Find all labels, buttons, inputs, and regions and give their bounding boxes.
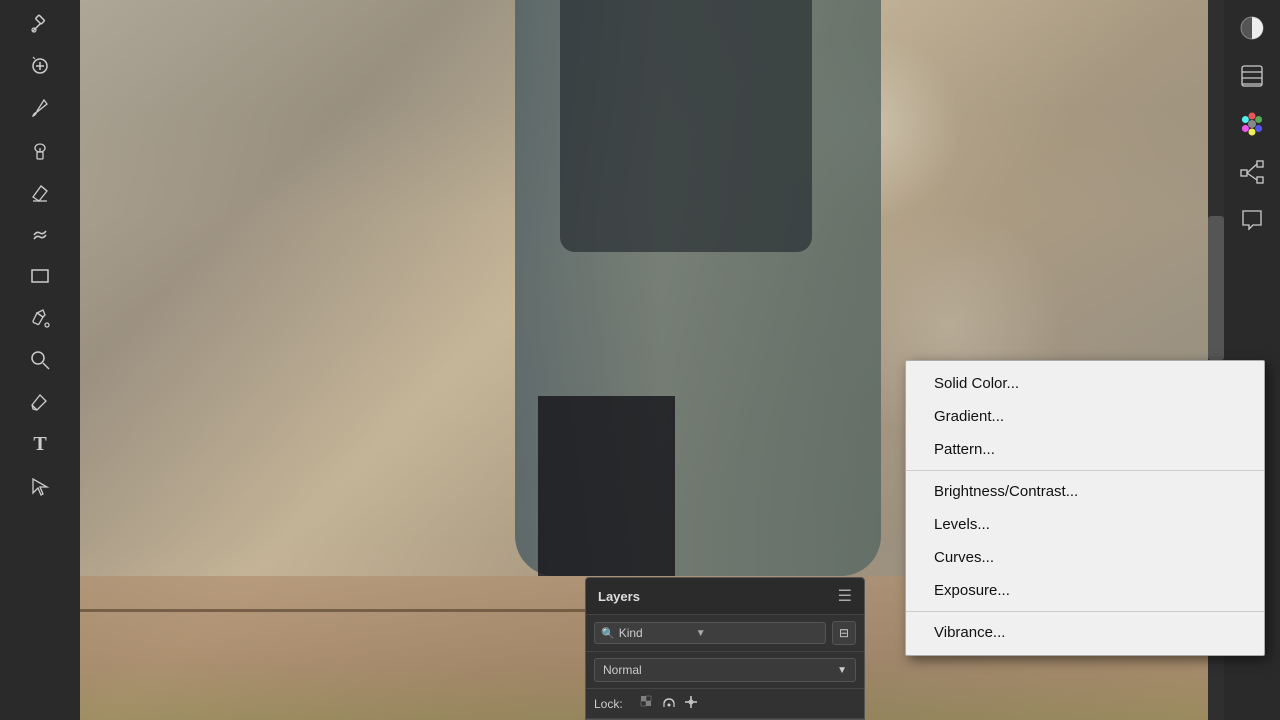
clone-stamp-tool[interactable] bbox=[12, 130, 68, 170]
blend-mode-dropdown[interactable]: Normal ▼ bbox=[594, 658, 856, 682]
menu-separator-2 bbox=[906, 611, 1264, 612]
gradient-menu-item[interactable]: Gradient... bbox=[906, 400, 1264, 433]
zoom-tool[interactable] bbox=[12, 340, 68, 380]
pattern-menu-item[interactable]: Pattern... bbox=[906, 433, 1264, 466]
exposure-menu-item[interactable]: Exposure... bbox=[906, 574, 1264, 607]
text-tool[interactable]: T bbox=[12, 424, 68, 464]
heal-brush-tool[interactable] bbox=[12, 46, 68, 86]
curves-menu-item[interactable]: Curves... bbox=[906, 541, 1264, 574]
lock-row: Lock: bbox=[586, 689, 864, 719]
path-selection-icon[interactable] bbox=[1232, 152, 1272, 192]
layers-options-btn[interactable]: ☰ bbox=[838, 586, 852, 606]
smudge-tool[interactable] bbox=[12, 214, 68, 254]
layers-panel-header: Layers ☰ bbox=[586, 578, 864, 615]
kind-dropdown[interactable]: Kind Pixel Adjustment Type Shape Smart O… bbox=[619, 626, 690, 640]
vibrance-menu-item[interactable]: Vibrance... bbox=[906, 616, 1264, 649]
lock-label: Lock: bbox=[594, 697, 623, 711]
rectangle-tool[interactable] bbox=[12, 256, 68, 296]
lock-transparent-btn[interactable] bbox=[639, 694, 655, 713]
filter-icon: ⊟ bbox=[839, 626, 849, 640]
lock-image-btn[interactable] bbox=[661, 694, 677, 713]
blend-mode-arrow: ▼ bbox=[837, 665, 847, 676]
layers-blend-row: Normal ▼ bbox=[586, 652, 864, 689]
layers-panel-title: Layers bbox=[598, 589, 640, 604]
menu-separator-1 bbox=[906, 470, 1264, 471]
text-tool-icon: T bbox=[33, 433, 46, 456]
levels-menu-item[interactable]: Levels... bbox=[906, 508, 1264, 541]
color-picker-icon[interactable] bbox=[1232, 8, 1272, 48]
layers-search[interactable]: 🔍 Kind Pixel Adjustment Type Shape Smart… bbox=[594, 622, 826, 644]
blend-mode-label: Normal bbox=[603, 663, 642, 677]
lock-position-btn[interactable] bbox=[683, 694, 699, 713]
layers-filter-btn[interactable]: ⊟ bbox=[832, 621, 856, 645]
eyedropper-tool[interactable] bbox=[12, 4, 68, 44]
canvas-scrollbar-thumb[interactable] bbox=[1208, 216, 1224, 360]
brush-tool[interactable] bbox=[12, 88, 68, 128]
new-fill-adjustment-menu: Solid Color... Gradient... Pattern... Br… bbox=[905, 360, 1265, 656]
paint-bucket-tool[interactable] bbox=[12, 298, 68, 338]
solid-color-menu-item[interactable]: Solid Color... bbox=[906, 367, 1264, 400]
layers-panel: Layers ☰ 🔍 Kind Pixel Adjustment Type Sh… bbox=[585, 577, 865, 720]
selection-arrow-tool[interactable] bbox=[12, 466, 68, 506]
comments-icon[interactable] bbox=[1232, 200, 1272, 240]
brightness-contrast-menu-item[interactable]: Brightness/Contrast... bbox=[906, 475, 1264, 508]
search-icon: 🔍 bbox=[601, 627, 615, 640]
lock-icons bbox=[639, 694, 699, 713]
pen-tool[interactable] bbox=[12, 382, 68, 422]
layers-search-row: 🔍 Kind Pixel Adjustment Type Shape Smart… bbox=[586, 615, 864, 652]
left-toolbar: T bbox=[0, 0, 80, 720]
kind-dropdown-arrow: ▼ bbox=[696, 628, 706, 639]
layers-panel-icon[interactable] bbox=[1232, 56, 1272, 96]
eraser-tool[interactable] bbox=[12, 172, 68, 212]
color-wheel-icon[interactable] bbox=[1232, 104, 1272, 144]
